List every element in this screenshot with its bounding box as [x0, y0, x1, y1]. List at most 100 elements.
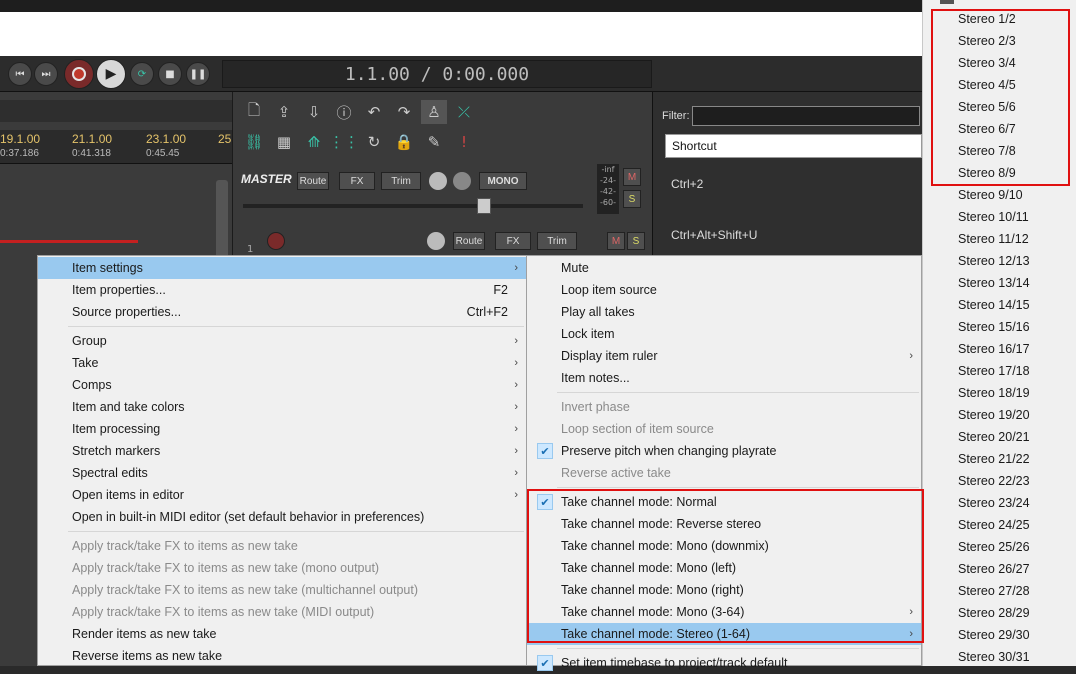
item-settings-item: Invert phase: [527, 396, 921, 418]
stop-button[interactable]: ■: [158, 62, 182, 86]
repeat-button[interactable]: ⟳: [130, 62, 154, 86]
menu-separator: [557, 392, 919, 393]
stereo-channel-item[interactable]: Stereo 14/15: [923, 294, 1076, 316]
master-mute-button[interactable]: M: [623, 168, 641, 186]
pause-button[interactable]: ❚❚: [186, 62, 210, 86]
stereo-channel-item[interactable]: Stereo 16/17: [923, 338, 1076, 360]
open-project-icon[interactable]: ⇪: [271, 100, 297, 124]
link-icon[interactable]: ⛓: [241, 130, 267, 154]
context-menu-item[interactable]: Item properties... F2: [38, 279, 526, 301]
context-menu-item[interactable]: Open items in editor ›: [38, 484, 526, 506]
go-to-end-button[interactable]: ⏭: [34, 62, 58, 86]
stereo-channel-item[interactable]: Stereo 13/14: [923, 272, 1076, 294]
filter-input[interactable]: [692, 106, 920, 126]
go-to-start-button[interactable]: ⏮: [8, 62, 32, 86]
record-button[interactable]: [64, 59, 94, 89]
master-fx-button[interactable]: FX: [339, 172, 375, 190]
stereo-channel-item[interactable]: Stereo 17/18: [923, 360, 1076, 382]
item-settings-item[interactable]: ✔ Set item timebase to project/track defa…: [527, 652, 921, 674]
lock-icon[interactable]: 🔒: [391, 130, 417, 154]
context-menu-item[interactable]: Group ›: [38, 330, 526, 352]
item-settings-item[interactable]: Item notes...: [527, 367, 921, 389]
context-menu-item: Apply track/take FX to items as new take…: [38, 557, 526, 579]
info-icon[interactable]: ⓘ: [331, 100, 357, 124]
item-settings-item[interactable]: Display item ruler ›: [527, 345, 921, 367]
context-menu-item[interactable]: Item settings ›: [38, 257, 526, 279]
stereo-channel-item[interactable]: Stereo 28/29: [923, 602, 1076, 624]
stereo-channel-item[interactable]: Stereo 11/12: [923, 228, 1076, 250]
shortcut-column-header[interactable]: Shortcut: [665, 134, 922, 158]
item-settings-item[interactable]: ✔ Preserve pitch when changing playrate: [527, 440, 921, 462]
stereo-channel-item[interactable]: Stereo 27/28: [923, 580, 1076, 602]
stereo-channel-item[interactable]: Stereo 15/16: [923, 316, 1076, 338]
undo-icon[interactable]: ↶: [361, 100, 387, 124]
master-trim-button[interactable]: Trim: [381, 172, 421, 190]
item-settings-item[interactable]: Play all takes: [527, 301, 921, 323]
item-settings-item[interactable]: Mute: [527, 257, 921, 279]
menu-scroll-arrow[interactable]: [940, 0, 954, 4]
context-menu-item[interactable]: Reverse items as new take: [38, 645, 526, 667]
play-button[interactable]: ▶: [96, 59, 126, 89]
context-menu-item[interactable]: Stretch markers ›: [38, 440, 526, 462]
menu-item-label: Loop item source: [561, 283, 657, 297]
menu-item-label: Stereo 9/10: [958, 188, 1023, 202]
stereo-channel-item[interactable]: Stereo 30/31: [923, 646, 1076, 668]
stereo-channel-item[interactable]: Stereo 22/23: [923, 470, 1076, 492]
filter-label: Filter:: [662, 110, 690, 122]
stereo-channel-item[interactable]: Stereo 29/30: [923, 624, 1076, 646]
track-record-arm-button[interactable]: [267, 232, 285, 250]
stereo-channel-item[interactable]: Stereo 12/13: [923, 250, 1076, 272]
color-icon[interactable]: ✎: [421, 130, 447, 154]
master-solo-button[interactable]: S: [623, 190, 641, 208]
master-pan-knob[interactable]: [453, 172, 471, 190]
save-project-icon[interactable]: ⇩: [301, 100, 327, 124]
stereo-channel-item[interactable]: Stereo 9/10: [923, 184, 1076, 206]
stereo-channel-item[interactable]: Stereo 19/20: [923, 404, 1076, 426]
grid-icon[interactable]: ▦: [271, 130, 297, 154]
context-menu-item[interactable]: Item and take colors ›: [38, 396, 526, 418]
vertical-scrollbar[interactable]: [216, 180, 228, 260]
context-menu-item[interactable]: Render items as new take: [38, 623, 526, 645]
context-menu-item[interactable]: Open in built-in MIDI editor (set defaul…: [38, 506, 526, 528]
master-volume-knob[interactable]: [429, 172, 447, 190]
master-route-button[interactable]: Route: [297, 172, 329, 190]
master-slider-handle[interactable]: [477, 198, 491, 214]
stereo-channel-item[interactable]: Stereo 23/24: [923, 492, 1076, 514]
item-settings-item[interactable]: Lock item: [527, 323, 921, 345]
master-volume-slider[interactable]: [243, 204, 583, 208]
context-menu-item[interactable]: Spectral edits ›: [38, 462, 526, 484]
stereo-channel-item[interactable]: Stereo 24/25: [923, 514, 1076, 536]
menu-item-label: Stereo 26/27: [958, 562, 1030, 576]
stereo-channel-item[interactable]: Stereo 25/26: [923, 536, 1076, 558]
item-settings-item[interactable]: Loop item source: [527, 279, 921, 301]
stereo-channel-item[interactable]: Stereo 21/22: [923, 448, 1076, 470]
timeline-ruler[interactable]: 19.1.00 0:37.186 21.1.00 0:41.318 23.1.0…: [0, 130, 232, 164]
new-project-icon[interactable]: 🗋: [241, 100, 267, 124]
loop-icon[interactable]: ↻: [361, 130, 387, 154]
stereo-channel-item[interactable]: Stereo 26/27: [923, 558, 1076, 580]
track-route-button[interactable]: Route: [453, 232, 485, 250]
track-mute-button[interactable]: M: [607, 232, 625, 250]
track-solo-button[interactable]: S: [627, 232, 645, 250]
metronome-icon[interactable]: ♙: [421, 100, 447, 124]
stereo-channel-item[interactable]: Stereo 20/21: [923, 426, 1076, 448]
snap-icon[interactable]: ⋮⋮: [329, 130, 359, 154]
crossfade-icon[interactable]: ⤫: [451, 100, 477, 124]
context-menu-item[interactable]: Source properties... Ctrl+F2: [38, 301, 526, 323]
ruler-bar-label: 21.1.00: [72, 132, 113, 146]
redo-icon[interactable]: ↷: [391, 100, 417, 124]
stereo-channel-item[interactable]: Stereo 18/19: [923, 382, 1076, 404]
ripple-icon[interactable]: ⟰: [301, 130, 327, 154]
context-menu-item[interactable]: Item processing ›: [38, 418, 526, 440]
track-fx-button[interactable]: FX: [495, 232, 531, 250]
track-trim-button[interactable]: Trim: [537, 232, 577, 250]
mono-button[interactable]: MONO: [479, 172, 527, 190]
menu-item-label: Apply track/take FX to items as new take…: [72, 605, 375, 619]
context-menu-item[interactable]: Comps ›: [38, 374, 526, 396]
alert-icon[interactable]: !: [451, 130, 477, 154]
menu-item-label: Stereo 24/25: [958, 518, 1030, 532]
context-menu-item[interactable]: Take ›: [38, 352, 526, 374]
ruler-time-label: 0:45.45: [146, 148, 180, 159]
track-volume-knob[interactable]: [427, 232, 445, 250]
stereo-channel-item[interactable]: Stereo 10/11: [923, 206, 1076, 228]
